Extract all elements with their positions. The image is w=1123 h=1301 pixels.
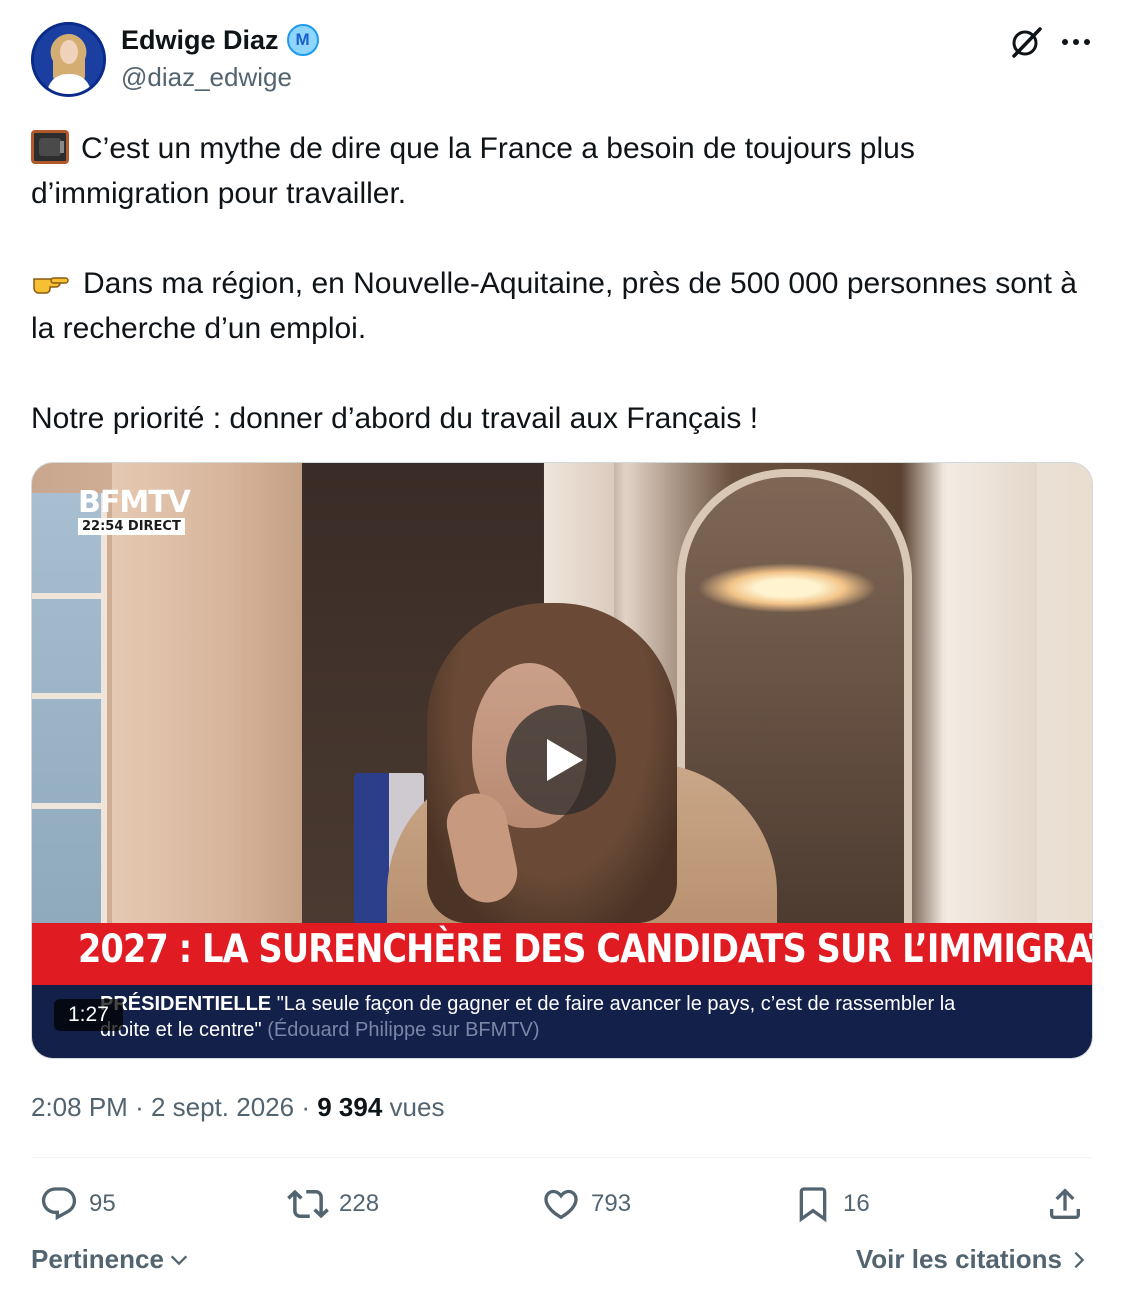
video-player[interactable]: BFMTV 22:54 DIRECT 2027 : LA SURENCHÈRE …: [31, 462, 1093, 1059]
share-button[interactable]: [1045, 1180, 1085, 1228]
like-count: 793: [591, 1190, 632, 1217]
heart-icon: [544, 1189, 578, 1220]
more-options-icon[interactable]: [1058, 24, 1094, 60]
avatar[interactable]: [31, 22, 106, 97]
grok-icon[interactable]: [1008, 24, 1044, 60]
sort-label: Pertinence: [31, 1244, 164, 1274]
repost-button[interactable]: 228: [287, 1180, 379, 1228]
reply-button[interactable]: 95: [39, 1180, 116, 1228]
channel-live-time: 22:54 DIRECT: [78, 518, 185, 535]
pointing-right-emoji-icon: [31, 265, 71, 299]
verified-badge-icon[interactable]: M: [286, 24, 319, 56]
author-name-row: Edwige Diaz M: [121, 24, 319, 56]
play-button[interactable]: [506, 705, 616, 815]
subtitle-label: PRÉSIDENTIELLE: [100, 993, 272, 1015]
repost-icon: [287, 1189, 329, 1219]
subtitle-source: (Édouard Philippe sur BFMTV): [267, 1019, 540, 1041]
view-quotes-link[interactable]: Voir les citations: [856, 1244, 1088, 1275]
repost-count: 228: [339, 1190, 380, 1217]
video-scene-window: [32, 493, 107, 923]
sort-dropdown[interactable]: Pertinence: [31, 1244, 190, 1275]
author-display-name[interactable]: Edwige Diaz: [121, 25, 279, 56]
divider: [31, 1157, 1093, 1158]
views-count: 9 394: [317, 1092, 383, 1122]
chevron-right-icon: [1074, 1251, 1085, 1268]
video-duration: 1:27: [54, 999, 123, 1031]
tweet-time[interactable]: 2:08 PM: [31, 1092, 128, 1122]
play-icon: [547, 739, 583, 781]
tweet-text: C’est un mythe de dire que la France a b…: [31, 126, 1101, 441]
bookmark-icon: [799, 1187, 827, 1223]
tweet-header: Edwige Diaz M @diaz_edwige: [31, 22, 1093, 100]
action-bar: 95 228 793 16: [31, 1180, 1093, 1228]
tweet-paragraph-1: C’est un mythe de dire que la France a b…: [31, 130, 915, 210]
bookmark-button[interactable]: 16: [793, 1180, 870, 1228]
reply-count: 95: [89, 1190, 116, 1217]
share-icon: [1050, 1188, 1080, 1219]
like-button[interactable]: 793: [541, 1180, 631, 1228]
tweet-paragraph-3: Notre priorité : donner d’abord du trava…: [31, 402, 759, 435]
author-handle[interactable]: @diaz_edwige: [121, 62, 292, 93]
tweet-paragraph-2: Dans ma région, en Nouvelle-Aquitaine, p…: [31, 265, 1077, 345]
headline-text: 2027 : LA SURENCHÈRE DES CANDIDATS SUR L…: [78, 927, 1093, 972]
chevron-down-icon: [170, 1255, 188, 1265]
television-emoji-icon: [31, 130, 69, 164]
channel-logo: BFMTV: [78, 485, 191, 520]
bookmark-count: 16: [843, 1190, 870, 1217]
tweet-date[interactable]: 2 sept. 2026: [151, 1092, 294, 1122]
views-label: vues: [389, 1092, 445, 1122]
subtitle-text: PRÉSIDENTIELLE "La seule façon de gagner…: [100, 991, 1000, 1043]
reply-icon: [41, 1187, 77, 1221]
tweet-meta: 2:08 PM · 2 sept. 2026 · 9 394 vues: [31, 1092, 445, 1122]
view-quotes-label: Voir les citations: [855, 1244, 1062, 1274]
